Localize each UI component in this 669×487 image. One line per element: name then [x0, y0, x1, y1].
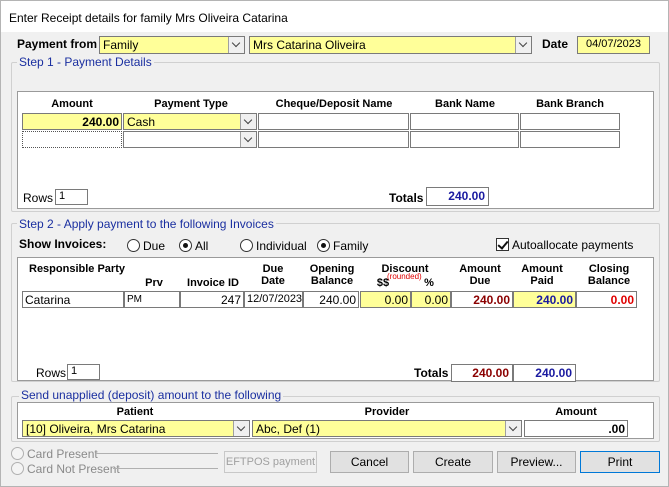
cheque-name-input[interactable]: [258, 131, 409, 148]
filter-family-radio[interactable]: [317, 239, 330, 252]
preview-button[interactable]: Preview...: [497, 451, 576, 473]
discount-dollars-input[interactable]: 0.00: [360, 291, 411, 308]
autoallocate-label: Autoallocate payments: [512, 238, 634, 252]
payment-amount-input[interactable]: [22, 131, 122, 148]
responsible-party-cell: Catarina: [22, 291, 124, 308]
payment-amount-input[interactable]: 240.00: [22, 113, 122, 130]
col-prv: Prv: [145, 277, 163, 289]
payment-from-type-select[interactable]: Family: [99, 36, 245, 54]
col-provider: Provider: [364, 406, 410, 418]
col-payment-type: Payment Type: [154, 98, 228, 110]
show-invoices-label: Show Invoices:: [19, 237, 107, 251]
divider: [96, 453, 218, 454]
filter-due-label: Due: [143, 239, 166, 253]
col-opening-balance: Opening Balance: [309, 263, 355, 287]
date-field[interactable]: 04/07/2023: [577, 36, 650, 54]
chevron-down-icon[interactable]: [240, 132, 256, 147]
window-title: Enter Receipt details for family Mrs Oli…: [9, 11, 288, 25]
col-due-date: Due Date: [261, 263, 285, 287]
col-amount-paid: Amount Paid: [521, 263, 563, 287]
payment-totals: 240.00: [426, 187, 489, 206]
invoices-grid: Responsible Party Prv Invoice ID Due Dat…: [17, 257, 654, 382]
divider: [113, 468, 218, 469]
filter-all-label: All: [195, 239, 209, 253]
prv-cell: PM: [124, 291, 180, 308]
date-label: Date: [542, 37, 569, 51]
filter-all-radio[interactable]: [179, 239, 192, 252]
unapplied-panel: Patient Provider Amount [10] Oliveira, M…: [17, 402, 654, 439]
eftpos-button[interactable]: EFTPOS payment: [224, 451, 317, 473]
autoallocate-checkbox[interactable]: [496, 238, 509, 251]
col-cheque-name: Cheque/Deposit Name: [275, 98, 393, 110]
bank-name-input[interactable]: [410, 113, 519, 130]
totals-paid: 240.00: [513, 364, 576, 382]
unapplied-amount-input[interactable]: .00: [524, 420, 628, 437]
receipt-window: Enter Receipt details for family Mrs Oli…: [0, 0, 669, 487]
payment-from-name-value: Mrs Catarina Oliveira: [253, 38, 366, 52]
col-bank-name: Bank Name: [435, 98, 495, 110]
chevron-down-icon[interactable]: [505, 421, 521, 436]
totals-label: Totals: [414, 366, 449, 380]
payment-from-type-value: Family: [103, 38, 139, 52]
col-responsible-party: Responsible Party: [29, 263, 125, 275]
closing-balance-cell: 0.00: [576, 291, 637, 308]
payment-type-select[interactable]: [123, 131, 257, 148]
col-patient: Patient: [116, 406, 154, 418]
card-present-radio[interactable]: [11, 447, 24, 460]
card-not-present-radio[interactable]: [11, 462, 24, 475]
col-closing-balance: Closing Balance: [587, 263, 631, 287]
patient-value: [10] Oliveira, Mrs Catarina: [26, 422, 166, 436]
bank-name-input[interactable]: [410, 131, 519, 148]
rows-count: 1: [67, 364, 100, 380]
col-amount-due: Amount Due: [459, 263, 501, 287]
opening-balance-cell: 240.00: [303, 291, 359, 308]
create-button[interactable]: Create: [413, 451, 493, 473]
rows-label: Rows: [23, 191, 54, 205]
chevron-down-icon[interactable]: [240, 114, 256, 129]
filter-individual-radio[interactable]: [240, 239, 253, 252]
unapplied-title: Send unapplied (deposit) amount to the f…: [19, 388, 284, 402]
payment-type-select[interactable]: Cash: [123, 113, 257, 130]
filter-due-radio[interactable]: [127, 239, 140, 252]
col-discount-dollars: $$: [376, 277, 390, 289]
invoice-id-cell: 247: [180, 291, 244, 308]
chevron-down-icon[interactable]: [233, 421, 249, 436]
totals-label: Totals: [389, 191, 424, 205]
patient-select[interactable]: [10] Oliveira, Mrs Catarina: [22, 420, 250, 437]
due-date-cell: 12/07/2023: [244, 291, 303, 308]
payment-from-label: Payment from: [17, 37, 98, 51]
provider-select[interactable]: Abc, Def (1): [252, 420, 522, 437]
rows-count: 1: [55, 189, 88, 205]
rows-label: Rows: [36, 366, 67, 380]
step1-title: Step 1 - Payment Details: [17, 55, 154, 69]
payment-type-value: Cash: [127, 115, 156, 129]
card-not-present-label: Card Not Present: [27, 462, 120, 476]
chevron-down-icon[interactable]: [228, 37, 244, 53]
totals-due: 240.00: [451, 364, 513, 382]
col-discount-percent: %: [424, 277, 434, 289]
payment-from-name-select[interactable]: Mrs Catarina Oliveira: [249, 36, 532, 54]
amount-paid-input[interactable]: 240.00: [513, 291, 576, 308]
amount-due-cell: 240.00: [451, 291, 513, 308]
payment-details-grid: Amount Payment Type Cheque/Deposit Name …: [17, 91, 654, 209]
col-bank-branch: Bank Branch: [536, 98, 604, 110]
discount-percent-input[interactable]: 0.00: [411, 291, 451, 308]
bank-branch-input[interactable]: [520, 113, 620, 130]
bank-branch-input[interactable]: [520, 131, 620, 148]
print-button[interactable]: Print: [580, 451, 660, 473]
col-amount: Amount: [51, 98, 93, 110]
chevron-down-icon[interactable]: [515, 37, 531, 53]
title-bar: Enter Receipt details for family Mrs Oli…: [1, 1, 668, 32]
col-invoice-id: Invoice ID: [187, 277, 239, 289]
col-unapplied-amount: Amount: [555, 406, 597, 418]
filter-family-label: Family: [333, 239, 369, 253]
cancel-button[interactable]: Cancel: [330, 451, 409, 473]
step2-title: Step 2 - Apply payment to the following …: [17, 217, 276, 231]
cheque-name-input[interactable]: [258, 113, 409, 130]
filter-individual-label: Individual: [256, 239, 307, 253]
provider-value: Abc, Def (1): [256, 422, 321, 436]
card-present-label: Card Present: [27, 447, 98, 461]
